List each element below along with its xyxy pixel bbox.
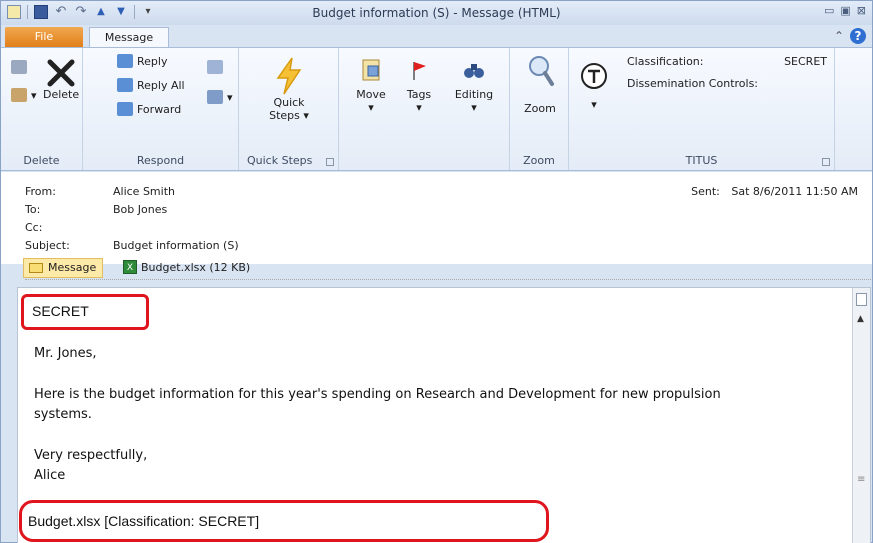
respond-group-label: Respond xyxy=(136,154,185,167)
move-button[interactable]: Move ▾ xyxy=(351,58,391,114)
quick-steps-group: Quick Steps ▾ Quick Steps xyxy=(239,48,339,170)
respond-group: Reply Reply All Forward ▾ Respond xyxy=(83,48,239,170)
scroll-grip-icon[interactable]: ≡ xyxy=(857,474,865,485)
help-icon[interactable]: ? xyxy=(850,28,866,44)
window-controls: ▭ ▣ ⊠ xyxy=(824,4,866,17)
recipient-name[interactable]: Bob Jones xyxy=(113,203,167,216)
delete-group: ▾ Delete Delete xyxy=(1,48,83,170)
vertical-scrollbar[interactable]: ▲ ≡ xyxy=(852,288,870,543)
envelope-icon xyxy=(29,263,43,273)
title-bar: ↶ ↷ ▲ ▼ ▾ Budget information (S) - Messa… xyxy=(1,1,872,25)
excel-icon: X xyxy=(123,260,137,274)
cc-row: Cc: xyxy=(25,221,43,234)
flag-icon xyxy=(413,62,426,80)
titus-group-label: TITUS xyxy=(685,154,718,167)
ribbon-tabs: File Message ⌃ ? xyxy=(1,25,872,48)
paragraph-line-1: Here is the budget information for this … xyxy=(34,387,721,402)
subject-row: Subject: Budget information (S) xyxy=(25,239,239,252)
scroll-up-icon[interactable]: ▲ xyxy=(857,314,864,324)
attachment-bar: Message X Budget.xlsx (12 KB) xyxy=(23,256,871,280)
quick-steps-button[interactable]: Quick Steps ▾ xyxy=(261,56,317,122)
page-icon[interactable] xyxy=(856,293,867,306)
titus-button[interactable]: ▾ xyxy=(579,62,609,111)
zoom-group-label: Zoom xyxy=(523,154,555,167)
quick-steps-group-label: Quick Steps xyxy=(247,154,313,167)
message-header: From: Alice Smith To: Bob Jones Cc: Subj… xyxy=(1,172,872,280)
classification-marking: SECRET xyxy=(32,303,89,319)
classification-value: SECRET xyxy=(784,55,827,68)
reply-button[interactable]: Reply xyxy=(117,54,167,68)
dissemination-controls-row[interactable]: Dissemination Controls: xyxy=(627,77,758,90)
delete-button[interactable]: Delete xyxy=(43,58,79,101)
forward-button[interactable]: Forward xyxy=(117,102,181,116)
message-tab-button[interactable]: Message xyxy=(23,258,104,278)
sent-info: Sent: Sat 8/6/2011 11:50 AM xyxy=(691,185,858,198)
tab-file[interactable]: File xyxy=(5,27,83,47)
ribbon: ▾ Delete Delete Reply Reply All Forward … xyxy=(1,47,872,171)
lightning-icon xyxy=(276,57,302,95)
minimize-icon[interactable]: ▭ xyxy=(824,4,834,17)
greeting: Mr. Jones, xyxy=(34,346,97,361)
more-respond-button[interactable]: ▾ xyxy=(207,90,233,104)
quick-steps-launcher-icon[interactable] xyxy=(326,158,334,166)
collapse-ribbon-icon[interactable]: ⌃ xyxy=(834,29,844,43)
meeting-button[interactable] xyxy=(207,60,223,74)
more-respond-icon xyxy=(207,90,223,104)
signature: Alice xyxy=(34,468,66,483)
delete-x-icon xyxy=(47,59,75,87)
forward-icon xyxy=(117,102,133,116)
magnifier-icon xyxy=(529,56,554,86)
zoom-group: Zoom Zoom xyxy=(509,48,569,170)
move-tags-editing-group: Move ▾ Tags ▾ Editing ▾ xyxy=(339,48,509,170)
classification-row[interactable]: Classification: SECRET xyxy=(627,55,827,68)
closing: Very respectfully, xyxy=(34,448,148,463)
maximize-icon[interactable]: ▣ xyxy=(840,4,850,17)
cleanup-button[interactable]: ▾ xyxy=(11,88,37,102)
from-row: From: Alice Smith xyxy=(25,185,175,198)
window-title: Budget information (S) - Message (HTML) xyxy=(312,6,561,20)
delete-group-label: Delete xyxy=(23,154,60,167)
paragraph-line-2: systems. xyxy=(34,407,92,422)
binoculars-icon xyxy=(464,64,484,78)
attachment-file[interactable]: X Budget.xlsx (12 KB) xyxy=(123,260,250,274)
titus-launcher-icon[interactable] xyxy=(822,158,830,166)
subject-value: Budget information (S) xyxy=(113,239,239,252)
cleanup-icon xyxy=(11,88,27,102)
sender-name[interactable]: Alice Smith xyxy=(113,185,175,198)
reply-icon xyxy=(117,54,133,68)
attachment-marking: Budget.xlsx [Classification: SECRET] xyxy=(28,513,260,529)
ignore-icon xyxy=(11,60,27,74)
titus-logo-icon xyxy=(581,63,607,89)
tab-message[interactable]: Message xyxy=(89,27,169,48)
message-body[interactable]: SECRET Mr. Jones, Here is the budget inf… xyxy=(17,287,871,543)
tags-button[interactable]: Tags ▾ xyxy=(399,58,439,114)
meeting-icon xyxy=(207,60,223,74)
message-window: ↶ ↷ ▲ ▼ ▾ Budget information (S) - Messa… xyxy=(0,0,873,543)
titus-group: ▾ Classification: SECRET Dissemination C… xyxy=(569,48,835,170)
zoom-button[interactable]: Zoom xyxy=(518,54,562,115)
reply-all-icon xyxy=(117,78,133,92)
reply-all-button[interactable]: Reply All xyxy=(117,78,185,92)
ignore-button[interactable] xyxy=(11,60,27,74)
move-icon xyxy=(362,59,380,81)
to-row: To: Bob Jones xyxy=(25,203,168,216)
close-icon[interactable]: ⊠ xyxy=(857,4,866,17)
editing-button[interactable]: Editing ▾ xyxy=(451,58,497,114)
